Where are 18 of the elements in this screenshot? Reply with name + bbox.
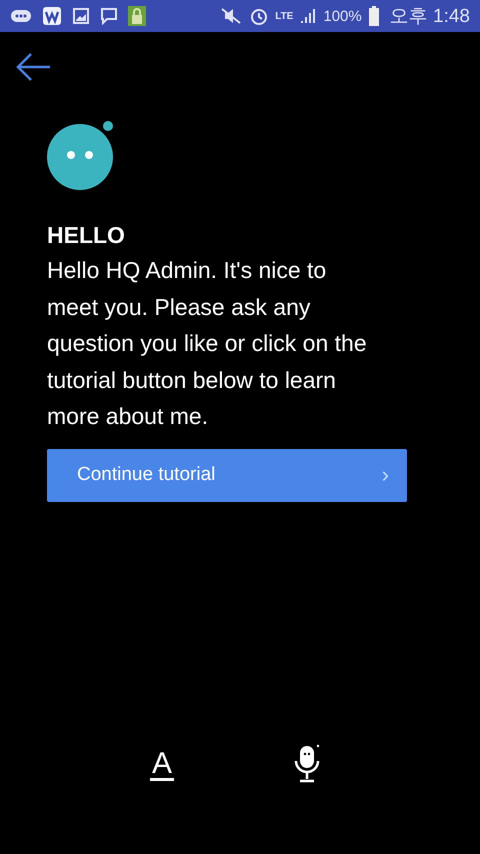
lock-icon (128, 6, 146, 26)
greeting-title: HELLO (47, 222, 125, 249)
mute-icon (219, 7, 244, 25)
document-icon (42, 6, 62, 26)
network-type: LTE (275, 10, 294, 22)
microphone-icon[interactable] (294, 744, 320, 784)
back-icon[interactable] (16, 52, 52, 82)
greeting-message: Hello HQ Admin. It's nice to meet you. Please ask any question you like or click on the tutorial button below to learn more about me. (47, 256, 368, 431)
chat-icon (10, 8, 32, 24)
text-mode-button[interactable]: A (150, 750, 174, 781)
clock: 오후 1:48 (390, 5, 470, 29)
signal-icon (299, 7, 318, 25)
alarm-icon (249, 6, 270, 26)
message-icon (100, 7, 118, 25)
image-icon (72, 7, 90, 25)
continue-tutorial-button[interactable]: Continue tutorial › (47, 448, 407, 502)
battery-percent: 100% (323, 8, 362, 24)
battery-icon (368, 6, 380, 26)
